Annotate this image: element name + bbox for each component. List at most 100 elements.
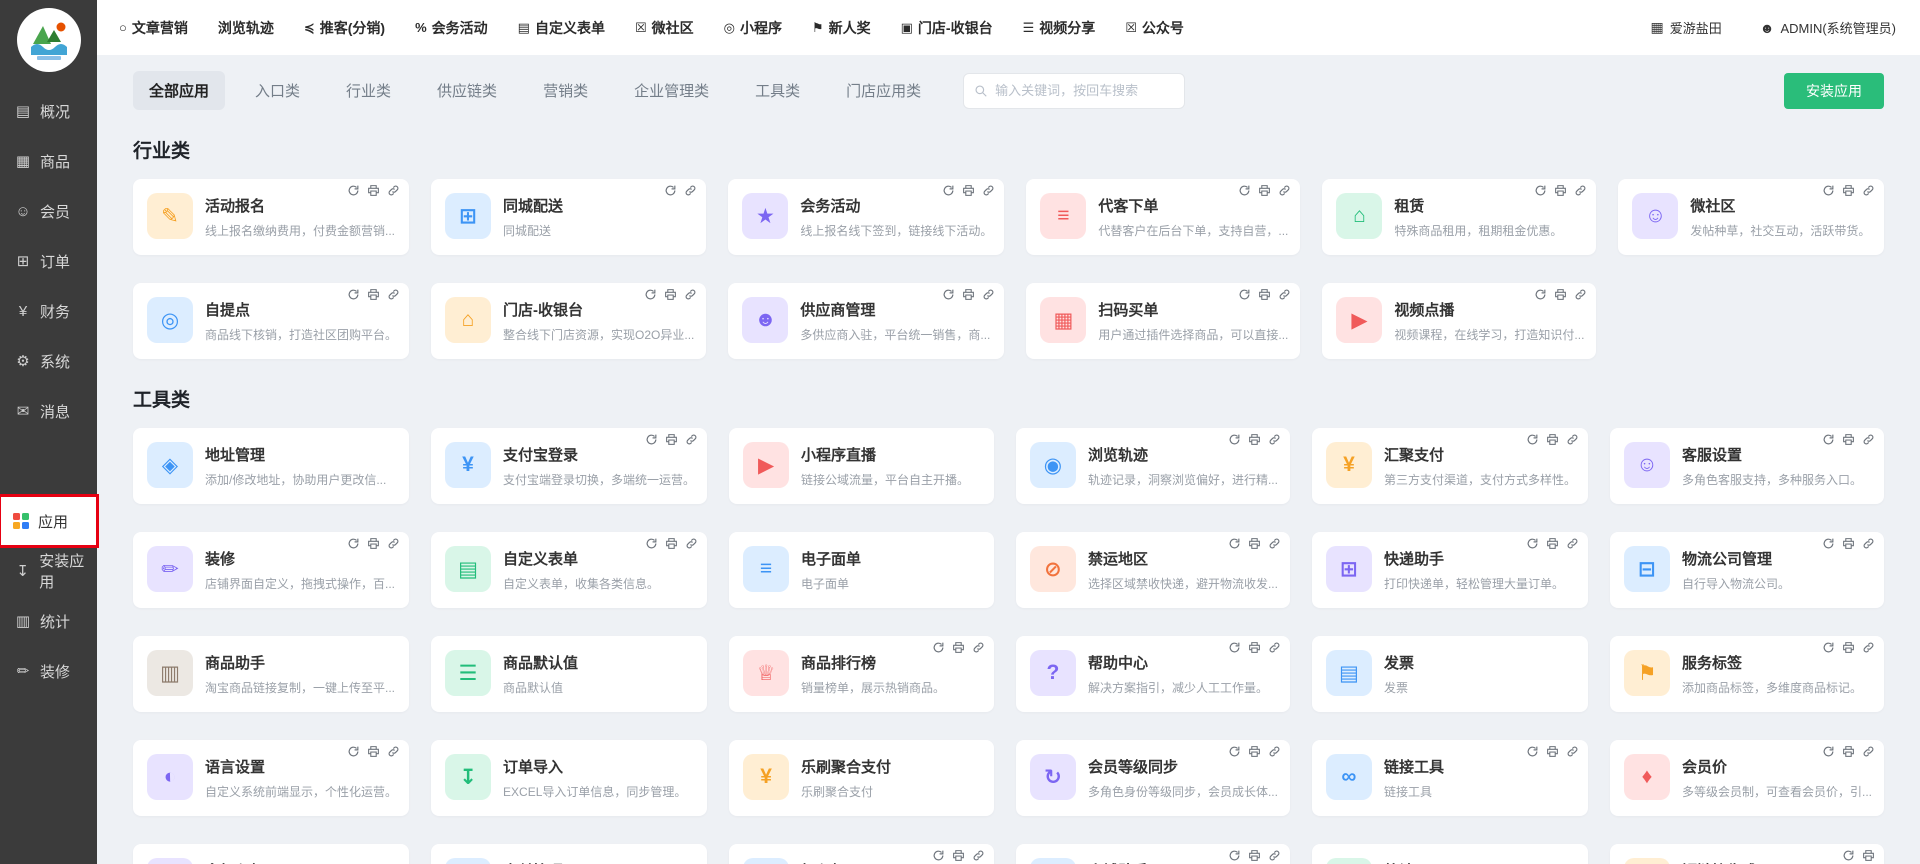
tab-供应链类[interactable]: 供应链类 xyxy=(421,71,513,110)
sidebar-item-消息[interactable]: ✉消息 xyxy=(0,386,97,436)
refresh-icon[interactable] xyxy=(1228,849,1241,862)
printer-icon[interactable] xyxy=(1248,537,1261,550)
link-icon[interactable] xyxy=(387,537,400,550)
refresh-icon[interactable] xyxy=(347,288,360,301)
app-card-链接工具[interactable]: ∞链接工具链接工具 xyxy=(1312,740,1588,816)
printer-icon[interactable] xyxy=(665,433,678,446)
refresh-icon[interactable] xyxy=(1526,433,1539,446)
printer-icon[interactable] xyxy=(1546,745,1559,758)
top-nav-item-会务活动[interactable]: %会务活动 xyxy=(415,18,488,38)
printer-icon[interactable] xyxy=(962,184,975,197)
link-icon[interactable] xyxy=(685,433,698,446)
refresh-icon[interactable] xyxy=(1228,537,1241,550)
top-nav-item-公众号[interactable]: ☒公众号 xyxy=(1125,18,1184,38)
printer-icon[interactable] xyxy=(1258,288,1271,301)
app-card-扫码买单[interactable]: ▦扫码买单用户通过插件选择商品，可以直接... xyxy=(1026,283,1300,359)
link-icon[interactable] xyxy=(1862,433,1875,446)
app-card-视频点播[interactable]: ▶视频点播视频课程，在线学习，打造知识付... xyxy=(1322,283,1596,359)
link-icon[interactable] xyxy=(982,184,995,197)
app-card-客服设置[interactable]: ☺客服设置多角色客服支持，多种服务入口。 xyxy=(1610,428,1884,504)
link-icon[interactable] xyxy=(1268,641,1281,654)
link-icon[interactable] xyxy=(684,184,697,197)
refresh-icon[interactable] xyxy=(1526,745,1539,758)
app-card-装修[interactable]: ✏装修店铺界面自定义，拖拽式操作，百... xyxy=(133,532,409,608)
refresh-icon[interactable] xyxy=(1822,745,1835,758)
printer-icon[interactable] xyxy=(962,288,975,301)
refresh-icon[interactable] xyxy=(347,745,360,758)
refresh-icon[interactable] xyxy=(1526,537,1539,550)
top-nav-item-推客(分销)[interactable]: ≼推客(分销) xyxy=(304,18,385,38)
top-nav-item-浏览轨迹[interactable]: 浏览轨迹 xyxy=(218,18,274,38)
refresh-icon[interactable] xyxy=(645,433,658,446)
printer-icon[interactable] xyxy=(1248,641,1261,654)
app-card-物流公司管理[interactable]: ⊟物流公司管理自行导入物流公司。 xyxy=(1610,532,1884,608)
link-icon[interactable] xyxy=(387,184,400,197)
app-card-发票[interactable]: ▤发票发票 xyxy=(1312,636,1588,712)
top-nav-item-微社区[interactable]: ☒微社区 xyxy=(635,18,694,38)
app-card-店铺助手[interactable]: ⌂店铺助手 xyxy=(1016,844,1290,864)
top-nav-item-视频分享[interactable]: ☰视频分享 xyxy=(1023,18,1096,38)
app-card-活动报名[interactable]: ✎活动报名线上报名缴纳费用，付费金额营销... xyxy=(133,179,409,255)
link-icon[interactable] xyxy=(1862,745,1875,758)
app-card-自提点[interactable]: ◎自提点商品线下核销，打造社区团购平台。 xyxy=(133,283,409,359)
link-icon[interactable] xyxy=(1862,537,1875,550)
sidebar-item-商品[interactable]: ▦商品 xyxy=(0,136,97,186)
top-nav-item-小程序[interactable]: ◎小程序 xyxy=(724,18,782,38)
link-icon[interactable] xyxy=(1574,288,1587,301)
app-card-商品排行榜[interactable]: ♕商品排行榜销量榜单，展示热销商品。 xyxy=(729,636,994,712)
refresh-icon[interactable] xyxy=(1238,288,1251,301)
app-card-地址管理[interactable]: ◈地址管理添加/修改地址，协助用户更改信... xyxy=(133,428,409,504)
app-card-语言设置[interactable]: ◐语言设置自定义系统前端显示，个性化运营。 xyxy=(133,740,409,816)
refresh-icon[interactable] xyxy=(347,184,360,197)
sidebar-item-安装应用[interactable]: ↧安装应用 xyxy=(0,546,97,596)
printer-icon[interactable] xyxy=(1248,433,1261,446)
refresh-icon[interactable] xyxy=(942,288,955,301)
app-card-订单导入[interactable]: ↧订单导入EXCEL导入订单信息，同步管理。 xyxy=(431,740,707,816)
printer-icon[interactable] xyxy=(1842,184,1855,197)
link-icon[interactable] xyxy=(982,288,995,301)
refresh-icon[interactable] xyxy=(1228,745,1241,758)
app-card-支付宝登录[interactable]: ¥支付宝登录支付宝端登录切换，多端统一运营。 xyxy=(431,428,707,504)
link-icon[interactable] xyxy=(1278,184,1291,197)
link-icon[interactable] xyxy=(1566,537,1579,550)
printer-icon[interactable] xyxy=(1554,184,1567,197)
link-icon[interactable] xyxy=(387,288,400,301)
refresh-icon[interactable] xyxy=(1822,184,1835,197)
app-card-统计[interactable]: ▥统计 xyxy=(1312,844,1588,864)
tab-门店应用类[interactable]: 门店应用类 xyxy=(830,71,937,110)
sidebar-item-会员[interactable]: ☺会员 xyxy=(0,186,97,236)
sidebar-item-统计[interactable]: ▥统计 xyxy=(0,596,97,646)
link-icon[interactable] xyxy=(1268,849,1281,862)
link-icon[interactable] xyxy=(685,537,698,550)
sidebar-item-概况[interactable]: ▤概况 xyxy=(0,86,97,136)
refresh-icon[interactable] xyxy=(1228,433,1241,446)
app-card-快递助手[interactable]: ⊞快递助手打印快递单，轻松管理大量订单。 xyxy=(1312,532,1588,608)
app-card-禁运地区[interactable]: ⊘禁运地区选择区域禁收快递，避开物流收发... xyxy=(1016,532,1290,608)
app-card-商品默认值[interactable]: ☰商品默认值商品默认值 xyxy=(431,636,707,712)
printer-icon[interactable] xyxy=(1862,849,1875,862)
link-icon[interactable] xyxy=(1862,184,1875,197)
app-card-帮助中心[interactable]: ?帮助中心解决方案指引，减少人工工作量。 xyxy=(1016,636,1290,712)
printer-icon[interactable] xyxy=(952,849,965,862)
app-card-自定义表单[interactable]: ▤自定义表单自定义表单，收集各类信息。 xyxy=(431,532,707,608)
printer-icon[interactable] xyxy=(1546,537,1559,550)
refresh-icon[interactable] xyxy=(1228,641,1241,654)
app-card-代客下单[interactable]: ≡代客下单代替客户在后台下单，支持自营，... xyxy=(1026,179,1300,255)
link-icon[interactable] xyxy=(1574,184,1587,197)
printer-icon[interactable] xyxy=(665,537,678,550)
link-icon[interactable] xyxy=(1268,745,1281,758)
printer-icon[interactable] xyxy=(1258,184,1271,197)
refresh-icon[interactable] xyxy=(1238,184,1251,197)
tab-行业类[interactable]: 行业类 xyxy=(330,71,407,110)
link-icon[interactable] xyxy=(972,641,985,654)
printer-icon[interactable] xyxy=(1248,849,1261,862)
app-card-电子面单[interactable]: ≡电子面单电子面单 xyxy=(729,532,994,608)
user-chip[interactable]: ☻ ADMIN(系统管理员) xyxy=(1760,18,1896,37)
top-nav-item-门店-收银台[interactable]: ▣门店-收银台 xyxy=(901,18,993,38)
refresh-icon[interactable] xyxy=(932,849,945,862)
app-card-浏览轨迹[interactable]: ◉浏览轨迹轨迹记录，洞察浏览偏好，进行精... xyxy=(1016,428,1290,504)
search-box[interactable] xyxy=(963,73,1185,109)
printer-icon[interactable] xyxy=(952,641,965,654)
refresh-icon[interactable] xyxy=(1822,641,1835,654)
tab-全部应用[interactable]: 全部应用 xyxy=(133,71,225,110)
